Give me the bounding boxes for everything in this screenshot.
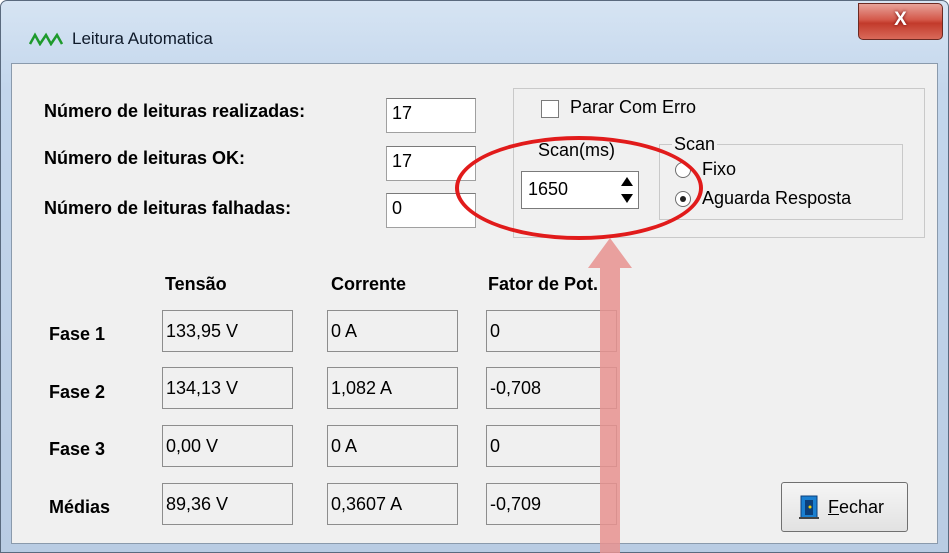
main-window: Leitura Automatica X Número de leituras … <box>0 0 949 553</box>
close-icon: X <box>894 9 907 30</box>
realizadas-label: Número de leituras realizadas: <box>44 101 306 121</box>
fase-3-corrente: 0 A <box>327 425 458 467</box>
annotation-arrow-icon <box>588 238 632 553</box>
fase-2-tensao: 134,13 V <box>162 367 293 409</box>
parar-com-erro-checkbox[interactable] <box>541 100 559 118</box>
row-label-fase-3: Fase 3 <box>49 439 106 459</box>
fixo-label: Fixo <box>702 159 737 179</box>
fase-3-tensao: 0,00 V <box>162 425 293 467</box>
row-label-fase-2: Fase 2 <box>49 382 106 402</box>
title-bar[interactable]: Leitura Automatica X <box>1 1 948 61</box>
fechar-label-text: Fechar <box>828 497 885 517</box>
realizadas-field[interactable]: 17 <box>386 98 476 133</box>
ok-label: Número de leituras OK: <box>44 148 246 168</box>
window-title: Leitura Automatica <box>72 29 213 48</box>
aguarda-resposta-label: Aguarda Resposta <box>702 188 852 208</box>
falhadas-label: Número de leituras falhadas: <box>44 198 292 218</box>
medias-tensao: 89,36 V <box>162 483 293 525</box>
exit-door-icon <box>799 495 819 519</box>
header-corrente: Corrente <box>331 274 407 294</box>
header-fator: Fator de Pot. <box>488 274 599 294</box>
fase-2-corrente: 1,082 A <box>327 367 458 409</box>
header-tensao: Tensão <box>165 274 227 294</box>
row-label-medias: Médias <box>49 497 111 517</box>
close-button[interactable]: X <box>858 3 943 40</box>
fechar-label: Fechar <box>828 497 884 518</box>
medias-corrente: 0,3607 A <box>327 483 458 525</box>
waveform-icon <box>29 32 63 46</box>
fechar-button[interactable]: Fechar <box>781 482 908 532</box>
scan-group-label: Scan <box>672 134 718 155</box>
fase-1-corrente: 0 A <box>327 310 458 352</box>
row-label-fase-1: Fase 1 <box>49 324 106 344</box>
parar-com-erro-label: Parar Com Erro <box>570 97 697 117</box>
client-area: Número de leituras realizadas: 17 Número… <box>11 63 938 544</box>
fase-1-tensao: 133,95 V <box>162 310 293 352</box>
annotation-circle <box>455 136 703 240</box>
